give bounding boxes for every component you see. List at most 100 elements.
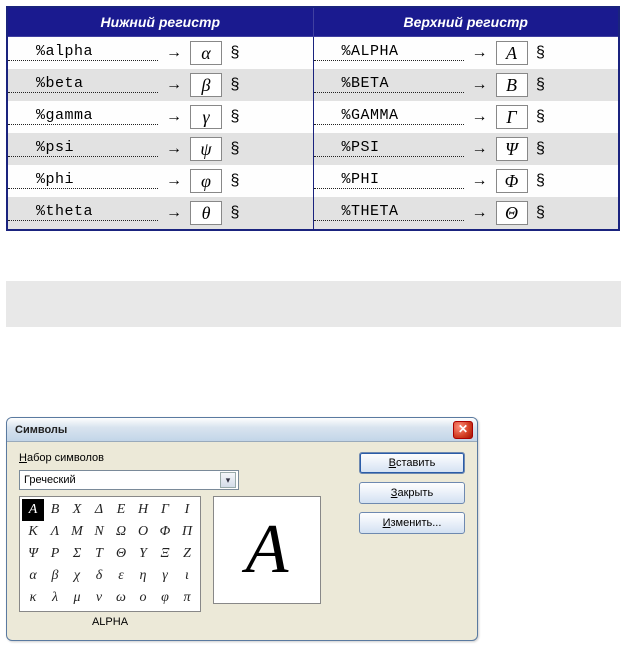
dialog-title: Символы — [15, 424, 67, 436]
grid-cell[interactable]: β — [44, 565, 66, 587]
grid-cell[interactable]: λ — [44, 587, 66, 609]
code-text: %PHI — [314, 171, 464, 189]
grid-cell[interactable]: Y — [132, 543, 154, 565]
grid-cell[interactable]: Z — [176, 543, 198, 565]
header-upper: Верхний регистр — [313, 7, 619, 37]
section-mark: § — [528, 140, 554, 158]
grid-cell[interactable]: μ — [66, 587, 88, 609]
chevron-down-icon[interactable]: ▾ — [220, 472, 236, 488]
grid-cell[interactable]: T — [88, 543, 110, 565]
table-row: %theta→θ§%THETA→Θ§ — [7, 197, 619, 230]
symbol-box: α — [190, 41, 222, 65]
code-text: %GAMMA — [314, 107, 464, 125]
section-mark: § — [222, 44, 248, 62]
symbol-box: β — [190, 73, 222, 97]
grid-caption: ALPHA — [19, 616, 201, 628]
symbol-box: ψ — [190, 137, 222, 161]
grid-cell[interactable]: Ψ — [22, 543, 44, 565]
symbol-box: Θ — [496, 201, 528, 225]
grid-cell[interactable]: Π — [176, 521, 198, 543]
symbol-preview: A — [213, 496, 321, 604]
edit-button[interactable]: Изменить... — [359, 512, 465, 534]
greek-registers-table: Нижний регистр Верхний регистр %alpha→α§… — [6, 6, 620, 231]
grid-cell[interactable]: Λ — [44, 521, 66, 543]
table-row: %beta→β§%BETA→B§ — [7, 69, 619, 101]
section-mark: § — [222, 204, 248, 222]
code-text: %theta — [8, 203, 158, 221]
grid-cell[interactable]: K — [22, 521, 44, 543]
section-mark: § — [222, 172, 248, 190]
symbol-box: B — [496, 73, 528, 97]
close-button[interactable]: Закрыть — [359, 482, 465, 504]
grid-cell[interactable]: γ — [154, 565, 176, 587]
dialog-titlebar[interactable]: Символы ✕ — [7, 418, 477, 442]
grid-cell[interactable]: P — [44, 543, 66, 565]
grid-cell[interactable]: Θ — [110, 543, 132, 565]
charset-label: Набор символов — [19, 452, 345, 464]
symbol-box: A — [496, 41, 528, 65]
grid-cell[interactable]: Γ — [154, 499, 176, 521]
symbol-box: φ — [190, 169, 222, 193]
grid-cell[interactable]: χ — [66, 565, 88, 587]
arrow-icon: → — [464, 140, 496, 158]
grid-cell[interactable]: X — [66, 499, 88, 521]
arrow-icon: → — [158, 204, 190, 222]
section-mark: § — [528, 108, 554, 126]
grid-cell[interactable]: η — [132, 565, 154, 587]
grid-cell[interactable]: Δ — [88, 499, 110, 521]
arrow-icon: → — [464, 76, 496, 94]
grid-cell[interactable]: ε — [110, 565, 132, 587]
code-text: %psi — [8, 139, 158, 157]
section-mark: § — [222, 140, 248, 158]
grid-cell[interactable]: ν — [88, 587, 110, 609]
grid-cell[interactable]: B — [44, 499, 66, 521]
grid-cell[interactable]: Ω — [110, 521, 132, 543]
code-text: %alpha — [8, 43, 158, 61]
grid-cell[interactable]: κ — [22, 587, 44, 609]
charset-select[interactable]: Греческий ▾ — [19, 470, 239, 490]
grid-cell[interactable]: H — [132, 499, 154, 521]
grid-cell[interactable]: o — [132, 587, 154, 609]
grid-cell[interactable]: Ξ — [154, 543, 176, 565]
grid-cell[interactable]: α — [22, 565, 44, 587]
grid-cell[interactable]: ι — [176, 565, 198, 587]
character-grid: ABXΔEHΓI KΛMNΩOΦΠ ΨPΣTΘYΞZαβχδεηγι κλμνωoφπ — [19, 496, 201, 612]
charset-value: Греческий — [24, 474, 76, 486]
symbol-box: Ψ — [496, 137, 528, 161]
insert-button[interactable]: Вставить — [359, 452, 465, 474]
code-text: %phi — [8, 171, 158, 189]
grid-cell[interactable]: δ — [88, 565, 110, 587]
code-text: %THETA — [314, 203, 464, 221]
table-row: %alpha→α§%ALPHA→A§ — [7, 37, 619, 70]
close-icon[interactable]: ✕ — [453, 421, 473, 439]
grid-cell[interactable]: π — [176, 587, 198, 609]
section-mark: § — [222, 76, 248, 94]
symbol-box: γ — [190, 105, 222, 129]
arrow-icon: → — [158, 44, 190, 62]
arrow-icon: → — [464, 44, 496, 62]
grid-cell[interactable]: M — [66, 521, 88, 543]
grid-cell[interactable]: N — [88, 521, 110, 543]
grid-cell[interactable]: Φ — [154, 521, 176, 543]
section-mark: § — [528, 76, 554, 94]
grid-cell[interactable]: φ — [154, 587, 176, 609]
symbol-box: θ — [190, 201, 222, 225]
table-row: %gamma→γ§%GAMMA→Γ§ — [7, 101, 619, 133]
grid-cell[interactable]: Σ — [66, 543, 88, 565]
symbol-box: Γ — [496, 105, 528, 129]
grid-cell[interactable]: E — [110, 499, 132, 521]
arrow-icon: → — [158, 76, 190, 94]
arrow-icon: → — [158, 140, 190, 158]
grid-cell[interactable]: ω — [110, 587, 132, 609]
section-mark: § — [528, 44, 554, 62]
header-lower: Нижний регистр — [7, 7, 313, 37]
symbol-box: Φ — [496, 169, 528, 193]
table-row: %psi→ψ§%PSI→Ψ§ — [7, 133, 619, 165]
grid-cell[interactable]: A — [22, 499, 44, 521]
arrow-icon: → — [158, 108, 190, 126]
code-text: %PSI — [314, 139, 464, 157]
arrow-icon: → — [464, 172, 496, 190]
table-row: %phi→φ§%PHI→Φ§ — [7, 165, 619, 197]
grid-cell[interactable]: I — [176, 499, 198, 521]
grid-cell[interactable]: O — [132, 521, 154, 543]
